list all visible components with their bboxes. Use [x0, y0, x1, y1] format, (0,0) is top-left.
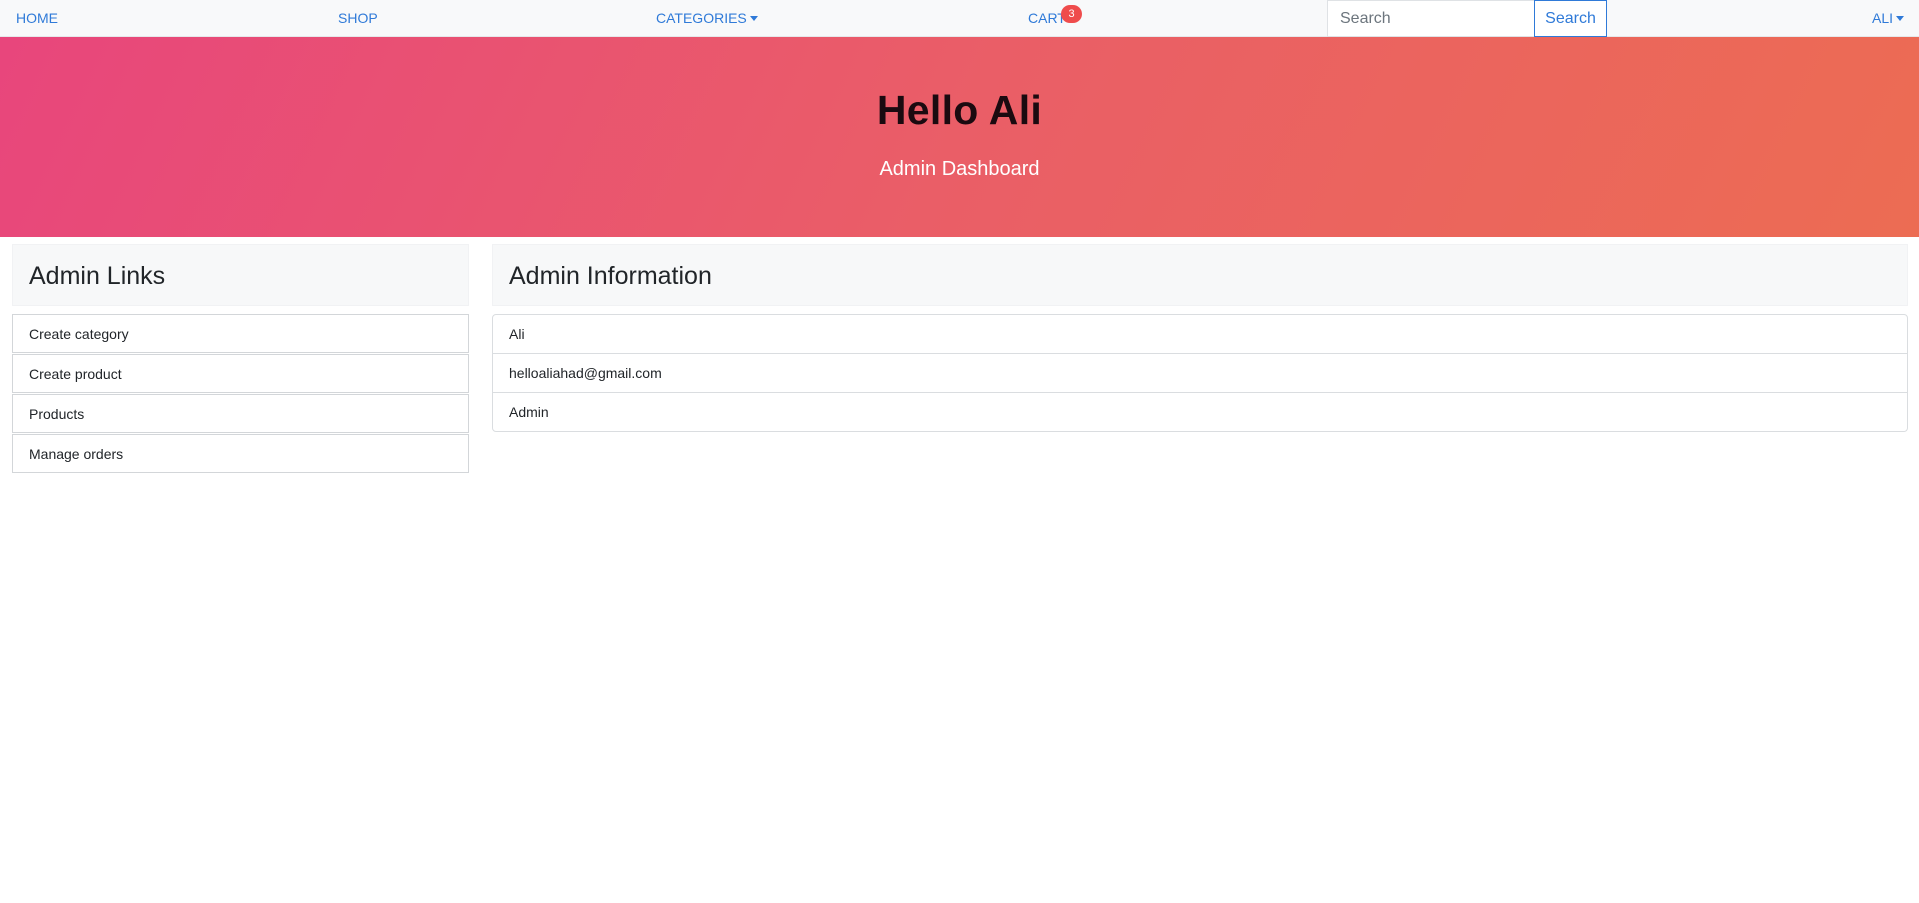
- admin-info-title: Admin Information: [509, 262, 712, 290]
- admin-info-name: Ali: [493, 315, 1907, 354]
- admin-links-title: Admin Links: [29, 262, 166, 290]
- admin-link-create-category[interactable]: Create category: [12, 314, 469, 353]
- search-button[interactable]: Search: [1534, 0, 1607, 37]
- admin-link-create-product[interactable]: Create product: [12, 354, 469, 393]
- admin-link-products[interactable]: Products: [12, 394, 469, 433]
- admin-links-list: Create category Create product Products …: [12, 314, 469, 474]
- page-subtitle: Admin Dashboard: [879, 158, 1040, 180]
- nav-categories-label: CATEGORIES: [656, 10, 747, 26]
- nav-home-link[interactable]: HOME: [16, 0, 58, 37]
- user-menu-label: ALI: [1871, 10, 1893, 26]
- caret-down-icon: [749, 16, 758, 21]
- admin-link-manage-orders[interactable]: Manage orders: [12, 434, 469, 473]
- admin-info-header: Admin Information: [492, 244, 1908, 306]
- admin-info-role: Admin: [493, 393, 1907, 431]
- admin-links-header: Admin Links: [12, 244, 469, 306]
- page-title: Hello Ali: [876, 87, 1043, 133]
- nav-categories-dropdown[interactable]: CATEGORIES: [656, 0, 758, 37]
- nav-cart-link[interactable]: CART: [1028, 0, 1066, 37]
- user-menu-dropdown[interactable]: ALI: [1872, 0, 1904, 37]
- nav-shop-link[interactable]: SHOP: [338, 0, 378, 37]
- caret-down-icon: [1896, 16, 1904, 21]
- admin-info-email: helloaliahad@gmail.com: [493, 354, 1907, 393]
- hero-banner: Hello Ali Admin Dashboard: [0, 37, 1919, 237]
- top-navbar: HOME SHOP CATEGORIES CART 3 Search ALI: [0, 0, 1919, 37]
- cart-count-badge: 3: [1061, 5, 1082, 23]
- admin-info-list: Ali helloaliahad@gmail.com Admin: [492, 314, 1908, 432]
- search-input[interactable]: [1327, 0, 1535, 37]
